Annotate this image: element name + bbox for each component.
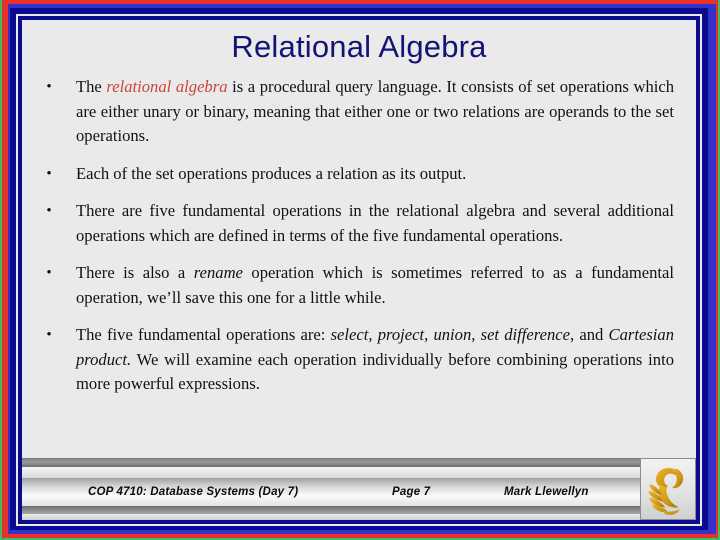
bullet-marker-icon: •: [46, 165, 52, 182]
run-emphasis-operations-list: select, project, union, set difference,: [330, 325, 575, 344]
footer-band-shadow: [22, 506, 696, 514]
run-text: and: [574, 325, 609, 344]
run-text: Each of the set operations produces a re…: [76, 163, 467, 183]
run-text: The: [76, 77, 107, 96]
slide-title: Relational Algebra: [231, 29, 487, 64]
slide: Relational Algebra • The relational alge…: [0, 0, 720, 540]
bullet-text-4: There is also a rename operation which i…: [76, 261, 696, 310]
bullet-marker-icon: •: [46, 79, 52, 95]
run-text: There is also a: [76, 263, 194, 282]
bullet-item-3: • There are five fundamental operations …: [22, 199, 696, 248]
bullet-marker-icon: •: [46, 265, 52, 281]
bullet-list: • The relational algebra is a procedural…: [22, 75, 696, 410]
bullet-marker-icon: •: [46, 203, 52, 219]
bullet-text-5: The five fundamental operations are: sel…: [76, 323, 696, 397]
footer-band-highlight: [22, 467, 696, 478]
footer-course-label: COP 4710: Database Systems (Day 7): [88, 486, 299, 498]
bullet-item-2: • Each of the set operations produces a …: [22, 162, 696, 187]
bullet-item-4: • There is also a rename operation which…: [22, 261, 696, 310]
run-text: The five fundamental operations are:: [76, 325, 331, 344]
bullet-text-2: Each of the set operations produces a re…: [76, 162, 696, 187]
slide-canvas: Relational Algebra • The relational alge…: [22, 20, 696, 520]
run-text: We will examine each operation individua…: [76, 349, 674, 394]
footer-text-row: COP 4710: Database Systems (Day 7) Page …: [22, 478, 696, 506]
footer-page-number: Page 7: [392, 486, 431, 498]
bullet-text-3: There are five fundamental operations in…: [76, 199, 696, 248]
run-text: There are five fundamental operations in…: [76, 201, 674, 245]
bullet-text-1: The relational algebra is a procedural q…: [76, 75, 696, 149]
bullet-item-1: • The relational algebra is a procedural…: [22, 75, 696, 149]
footer-band-bottom: [22, 514, 696, 520]
run-emphasis-relational-algebra: relational algebra: [106, 77, 228, 96]
bullet-marker-icon: •: [46, 327, 52, 343]
bullet-item-5: • The five fundamental operations are: s…: [22, 323, 696, 397]
run-emphasis-rename: rename: [193, 263, 243, 282]
footer-band-top: [22, 458, 696, 467]
footer-author-label: Mark Llewellyn: [504, 486, 589, 498]
slide-footer: COP 4710: Database Systems (Day 7) Page …: [22, 458, 696, 520]
ucf-pegasus-logo: [640, 458, 696, 520]
